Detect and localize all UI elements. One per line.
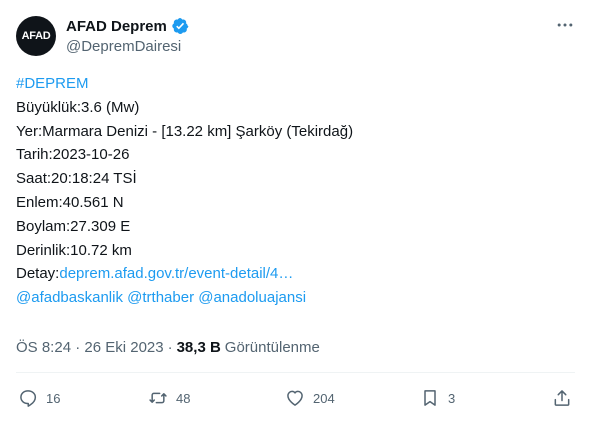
divider	[16, 372, 575, 373]
location-line: Yer:Marmara Denizi - [13.22 km] Şarköy (…	[16, 122, 354, 140]
share-icon	[554, 390, 570, 406]
meta-separator: ·	[167, 339, 173, 356]
detail-label: Detay:	[16, 265, 60, 283]
reply-count: 16	[46, 390, 61, 406]
like-count: 204	[313, 390, 335, 406]
retweet-icon	[149, 392, 167, 404]
share-button[interactable]	[552, 386, 572, 410]
detail-link[interactable]: deprem.afad.gov.tr/event-detail/4…	[59, 265, 293, 282]
bookmark-icon	[424, 390, 436, 406]
mention-link[interactable]: @trthaber	[127, 289, 194, 306]
author-name-row: AFAD Deprem	[66, 17, 189, 35]
author-display-name[interactable]: AFAD Deprem	[66, 18, 167, 35]
longitude-line: Boylam:27.309 E	[16, 217, 131, 235]
depth-line: Derinlik:10.72 km	[16, 241, 132, 259]
bookmark-count: 3	[448, 390, 456, 406]
heart-icon	[287, 390, 303, 406]
reply-icon	[20, 390, 37, 407]
mention-link[interactable]: @anadoluajansi	[198, 289, 306, 306]
timestamp-link[interactable]: ÖS 8:24 · 26 Eki 2023	[16, 339, 164, 356]
hashtag-link[interactable]: #DEPREM	[16, 75, 89, 92]
more-dots-icon	[557, 23, 573, 27]
bookmark-button[interactable]: 3	[420, 386, 455, 410]
date-line: Tarih:2023-10-26	[16, 146, 130, 164]
tweet-meta: ÖS 8:24 · 26 Eki 2023 · 38,3 B Görüntüle…	[16, 339, 320, 356]
like-button[interactable]: 204	[285, 386, 335, 410]
views-count: 38,3 B	[176, 339, 221, 356]
retweet-count: 48	[176, 390, 191, 406]
verified-badge-icon	[171, 17, 189, 35]
time-line: Saat:20:18:24 TSİ	[16, 170, 137, 188]
avatar-text: AFAD	[21, 30, 51, 42]
mention-link[interactable]: @afadbaskanlik	[16, 289, 123, 306]
author-handle[interactable]: @DepremDairesi	[66, 38, 181, 55]
avatar[interactable]: AFAD	[16, 16, 56, 56]
action-bar: 16 48 204 3	[16, 386, 576, 410]
latitude-line: Enlem:40.561 N	[16, 193, 124, 211]
tweet-text: #DEPREM Büyüklük:3.6 (Mw) Yer:Marmara De…	[16, 72, 576, 310]
retweet-button[interactable]: 48	[148, 386, 190, 410]
reply-button[interactable]: 16	[18, 386, 60, 410]
magnitude-line: Büyüklük:3.6 (Mw)	[16, 98, 140, 116]
more-button[interactable]	[551, 15, 579, 35]
views-label: Görüntülenme	[224, 339, 320, 356]
